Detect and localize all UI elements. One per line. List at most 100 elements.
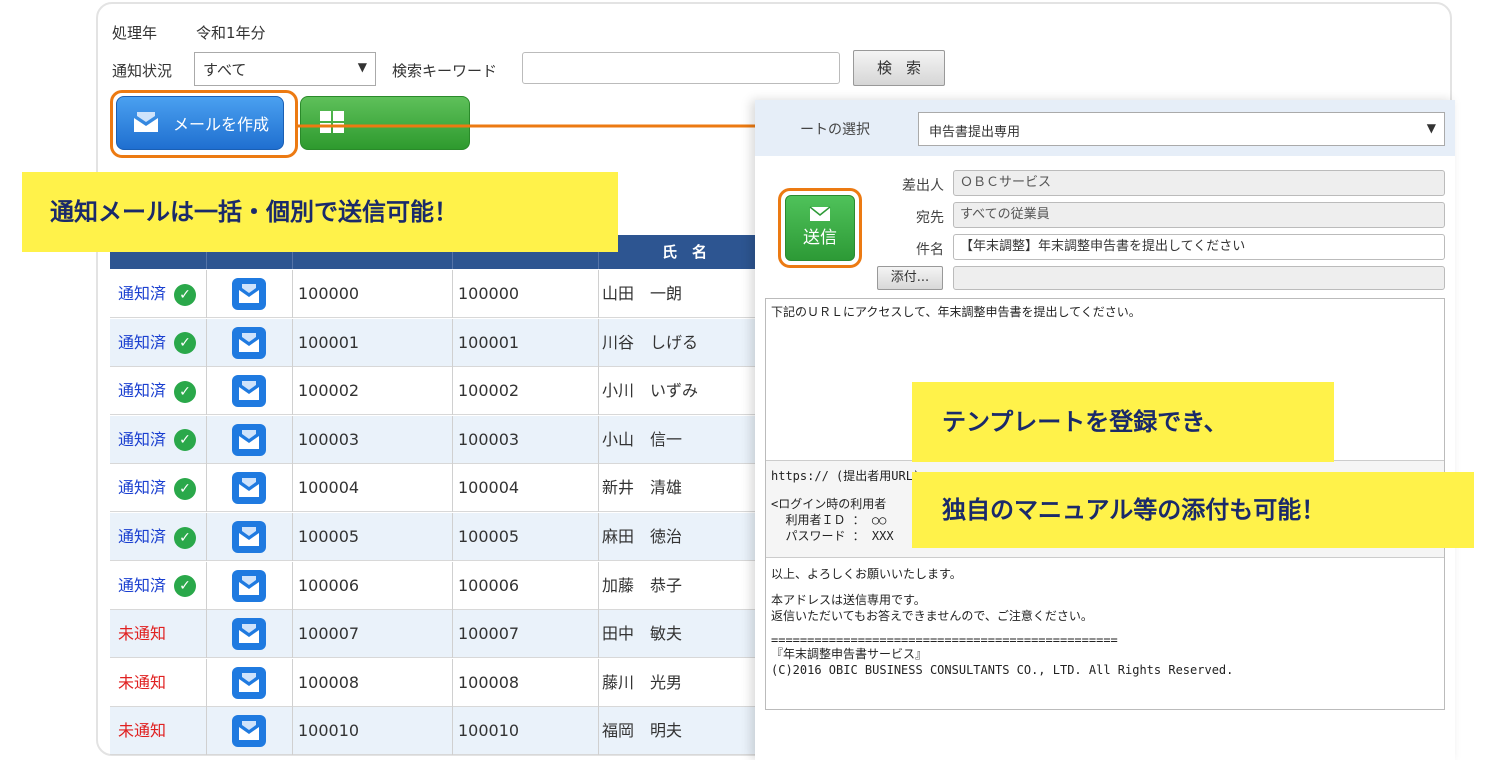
user-id-cell: 100000 xyxy=(298,284,360,303)
status-text: 通知済 xyxy=(118,284,167,303)
body-line1: 下記のＵＲＬにアクセスして、年末調整申告書を提出してください。 xyxy=(771,305,1141,319)
check-icon: ✓ xyxy=(174,526,197,549)
status-cell: 通知済 ✓ xyxy=(118,367,197,415)
year-value: 令和1年分 xyxy=(196,24,266,42)
employee-no-cell: 100000 xyxy=(458,284,520,303)
name-cell: 川谷 しげる xyxy=(602,332,699,352)
template-label: ートの選択 xyxy=(800,122,870,138)
send-mail-icon[interactable] xyxy=(232,666,266,699)
check-icon: ✓ xyxy=(174,429,197,452)
col-name: 氏 名 xyxy=(598,235,770,269)
send-label: 送信 xyxy=(803,228,837,248)
callout-template-line2: 独自のマニュアル等の添付も可能！ xyxy=(912,472,1474,548)
employee-no-cell: 100004 xyxy=(458,478,520,498)
status-cell: 通知済 ✓ xyxy=(118,513,197,561)
keyword-input[interactable] xyxy=(522,52,840,84)
sender-field[interactable]: ＯＢＣサービス xyxy=(953,170,1445,196)
send-mail-icon[interactable] xyxy=(232,569,266,602)
name-cell: 麻田 徳治 xyxy=(602,527,683,546)
user-id-cell: 100002 xyxy=(298,381,360,401)
table-row[interactable]: 通知済 ✓ 100003 100003 小山 信一 xyxy=(110,415,770,464)
year-label: 処理年 xyxy=(112,24,158,42)
table-row[interactable]: 未通知 100007 100007 田中 敏夫 xyxy=(110,610,770,659)
status-text: 通知済 xyxy=(118,527,167,546)
send-mail-icon[interactable] xyxy=(232,375,266,408)
employee-no-cell: 100005 xyxy=(458,527,520,546)
check-icon: ✓ xyxy=(174,477,197,500)
user-id-cell: 100003 xyxy=(298,429,360,449)
body-login1: <ログイン時の利用者 xyxy=(771,497,887,511)
callout-bulk: 通知メールは一括・個別で送信可能！ xyxy=(22,172,618,252)
check-icon: ✓ xyxy=(174,283,197,306)
table-row[interactable]: 通知済 ✓ 100005 100005 麻田 徳治 xyxy=(110,513,770,561)
table-row[interactable]: 通知済 ✓ 100001 100001 川谷 しげる xyxy=(110,318,770,367)
status-text: 通知済 xyxy=(118,381,167,401)
status-cell: 未通知 xyxy=(118,659,166,707)
name-cell: 田中 敏夫 xyxy=(602,624,683,644)
user-id-cell: 100004 xyxy=(298,478,360,498)
name-cell: 藤川 光男 xyxy=(602,672,683,692)
name-cell: 小川 いずみ xyxy=(602,381,699,401)
template-select-value: 申告書提出専用 xyxy=(929,125,1021,140)
employee-no-cell: 100002 xyxy=(458,381,520,401)
attach-button[interactable]: 添付... xyxy=(877,266,943,290)
search-button[interactable]: 検索 xyxy=(853,50,945,86)
user-id-cell: 100010 xyxy=(298,721,360,741)
check-icon: ✓ xyxy=(174,380,197,403)
employee-no-cell: 100008 xyxy=(458,672,520,692)
status-cell: 通知済 ✓ xyxy=(118,464,197,512)
status-text: 未通知 xyxy=(118,721,167,741)
dropdown-arrow-icon: ▼ xyxy=(1426,121,1436,135)
employee-no-cell: 100007 xyxy=(458,624,520,644)
dropdown-arrow-icon: ▼ xyxy=(357,60,367,74)
table-row[interactable]: 通知済 ✓ 100002 100002 小川 いずみ xyxy=(110,367,770,416)
status-cell: 未通知 xyxy=(118,610,166,658)
create-mail-button[interactable]: メールを作成 xyxy=(116,96,284,150)
name-cell: 山田 一朗 xyxy=(602,284,683,303)
send-mail-icon[interactable] xyxy=(232,521,266,553)
table-row[interactable]: 未通知 100010 100010 福岡 明夫 xyxy=(110,707,770,756)
status-select[interactable]: すべて ▼ xyxy=(194,52,376,86)
sender-label: 差出人 xyxy=(902,178,944,194)
body-notice1: 本アドレスは送信専用です。 xyxy=(771,593,926,607)
table-row[interactable]: 未通知 100008 100008 藤川 光男 xyxy=(110,658,770,707)
user-id-cell: 100005 xyxy=(298,527,360,546)
subject-label: 件名 xyxy=(916,242,944,258)
to-field[interactable]: すべての従業員 xyxy=(953,202,1445,228)
status-label: 通知状況 xyxy=(112,62,173,80)
status-text: 通知済 xyxy=(118,429,167,449)
status-text: 通知済 xyxy=(118,332,167,352)
name-cell: 小山 信一 xyxy=(602,429,683,449)
status-text: 通知済 xyxy=(118,478,167,498)
name-cell: 新井 清雄 xyxy=(602,478,683,498)
table-row[interactable]: 通知済 ✓ 100004 100004 新井 清雄 xyxy=(110,464,770,513)
send-mail-icon[interactable] xyxy=(232,278,266,310)
attachment-field[interactable] xyxy=(953,266,1445,290)
send-mail-icon[interactable] xyxy=(232,326,266,359)
create-mail-label: メールを作成 xyxy=(172,115,269,134)
table-row[interactable]: 通知済 ✓ 100006 100006 加藤 恭子 xyxy=(110,561,770,610)
body-login2: 利用者ＩＤ ： ○○ xyxy=(771,513,887,527)
subject-field[interactable]: 【年末調整】年末調整申告書を提出してください xyxy=(953,234,1445,260)
status-cell: 通知済 ✓ xyxy=(118,416,197,464)
user-id-cell: 100006 xyxy=(298,575,360,595)
body-notice2: 返信いただいてもお答えできませんので、ご注意ください。 xyxy=(771,609,1093,623)
body-copyright: (C)2016 OBIC BUSINESS CONSULTANTS CO., L… xyxy=(771,663,1234,677)
template-select[interactable]: 申告書提出専用 ▼ xyxy=(918,112,1445,146)
body-service: 『年末調整申告書サービス』 xyxy=(771,647,928,661)
envelope-icon xyxy=(809,206,831,221)
keyword-label: 検索キーワード xyxy=(392,62,498,80)
body-url: https:// (提出者用URL) xyxy=(771,469,921,483)
send-mail-icon[interactable] xyxy=(232,423,266,456)
send-mail-icon[interactable] xyxy=(232,618,266,651)
status-cell: 通知済 ✓ xyxy=(118,562,197,610)
send-mail-icon[interactable] xyxy=(232,472,266,505)
send-mail-icon[interactable] xyxy=(232,715,266,748)
user-id-cell: 100001 xyxy=(298,332,360,352)
callout-template-line1: テンプレートを登録でき、 xyxy=(912,382,1334,462)
table-row[interactable]: 通知済 ✓ 100000 100000 山田 一朗 xyxy=(110,270,770,318)
name-cell: 加藤 恭子 xyxy=(602,575,683,595)
send-button[interactable]: 送信 xyxy=(785,195,855,261)
mail-icon xyxy=(133,112,158,132)
status-cell: 通知済 ✓ xyxy=(118,270,197,318)
